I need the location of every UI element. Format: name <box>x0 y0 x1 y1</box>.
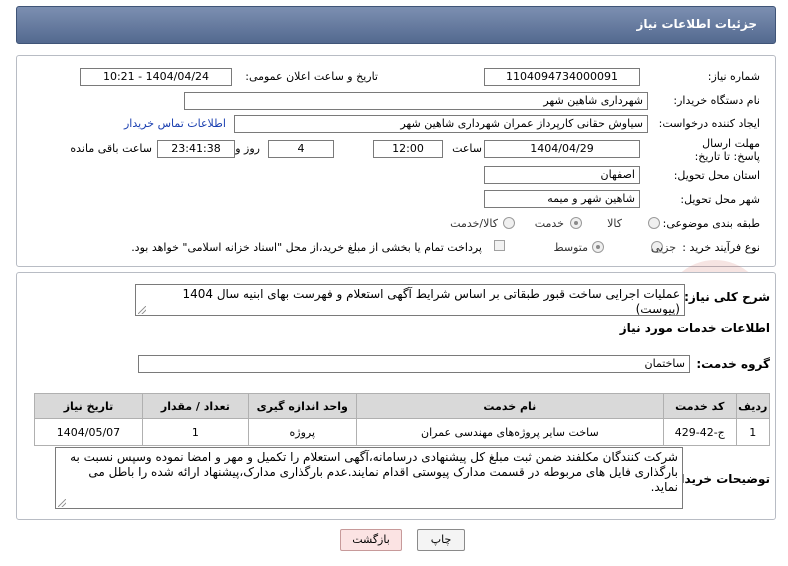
deadline-label: مهلت ارسال پاسخ: تا تاریخ: <box>694 137 760 163</box>
days-label: روز و <box>235 142 260 155</box>
services-table-header: ردیف کد خدمت نام خدمت واحد اندازه گیری ت… <box>34 393 771 419</box>
city-field: شاهین شهر و میمه <box>484 190 640 208</box>
category-radio-service[interactable] <box>570 217 582 229</box>
service-group-field: ساختمان <box>138 355 690 373</box>
back-button[interactable]: بازگشت <box>340 529 402 551</box>
category-radio-goods-service[interactable] <box>503 217 515 229</box>
deadline-time-field: 12:00 <box>373 140 443 158</box>
services-section-title: اطلاعات خدمات مورد نیاز <box>619 321 770 335</box>
resize-grip-icon[interactable] <box>138 306 146 314</box>
cell-need-date: 1404/05/07 <box>34 418 143 446</box>
buyer-label: نام دستگاه خریدار: <box>673 94 760 107</box>
cell-unit: پروژه <box>247 418 357 446</box>
days-field: 4 <box>268 140 334 158</box>
remaining-time-field: 23:41:38 <box>157 140 235 158</box>
col-service-code: کد خدمت <box>662 393 737 419</box>
service-group-label: گروه خدمت: <box>696 357 770 371</box>
summary-label: شرح کلی نیاز: <box>684 290 770 304</box>
purchase-type-label: نوع فرآیند خرید : <box>682 241 760 254</box>
summary-text: عملیات اجرایی ساخت قبور طبقاتی بر اساس ش… <box>182 287 680 316</box>
page-title: جزئیات اطلاعات نیاز <box>636 17 757 31</box>
col-unit: واحد اندازه گیری <box>247 393 357 419</box>
summary-textarea: عملیات اجرایی ساخت قبور طبقاتی بر اساس ش… <box>135 284 685 316</box>
cell-service-name: ساخت سایر پروژه‌های مهندسی عمران <box>355 418 664 446</box>
col-need-date: تاریخ نیاز <box>34 393 143 419</box>
category-option-goods-service: کالا/خدمت <box>450 217 498 230</box>
need-number-field: 1104094734000091 <box>484 68 640 86</box>
announce-field: 1404/04/24 - 10:21 <box>80 68 232 86</box>
buyer-notes-text: شرکت کنندگان مکلفند ضمن ثبت مبلغ کل پیشن… <box>70 450 678 494</box>
need-info-panel <box>16 55 776 267</box>
services-table: ردیف کد خدمت نام خدمت واحد اندازه گیری ت… <box>34 393 771 446</box>
province-field: اصفهان <box>484 166 640 184</box>
purchase-option-minor: جزیی <box>650 241 676 254</box>
city-label: شهر محل تحویل: <box>680 193 760 206</box>
buyer-field: شهرداری شاهین شهر <box>184 92 648 110</box>
time-label: ساعت <box>452 142 482 155</box>
creator-field: سیاوش حقانی کارپرداز عمران شهرداری شاهین… <box>234 115 648 133</box>
deadline-date-field: 1404/04/29 <box>484 140 640 158</box>
category-radio-goods[interactable] <box>648 217 660 229</box>
resize-grip-icon[interactable] <box>58 499 66 507</box>
need-number-label: شماره نیاز: <box>707 70 760 83</box>
category-option-service: خدمت <box>534 217 564 230</box>
purchase-radio-medium[interactable] <box>592 241 604 253</box>
cell-row: 1 <box>735 418 771 446</box>
col-row: ردیف <box>735 393 771 419</box>
page-header: جزئیات اطلاعات نیاز <box>16 6 776 44</box>
creator-label: ایجاد کننده درخواست: <box>658 117 760 130</box>
category-label: طبقه بندی موضوعی: <box>662 217 760 230</box>
cell-quantity: 1 <box>141 418 249 446</box>
treasury-payment-checkbox[interactable] <box>494 240 505 251</box>
print-button[interactable]: چاپ <box>417 529 465 551</box>
table-row: 1 ج-42-429 ساخت سایر پروژه‌های مهندسی عم… <box>34 418 771 446</box>
cell-service-code: ج-42-429 <box>662 418 737 446</box>
category-option-goods: کالا <box>607 217 622 230</box>
announce-label: تاریخ و ساعت اعلان عمومی: <box>245 70 378 83</box>
col-service-name: نام خدمت <box>355 393 664 419</box>
buyer-notes-textarea: شرکت کنندگان مکلفند ضمن ثبت مبلغ کل پیشن… <box>55 447 683 509</box>
buyer-notes-label: توضیحات خریدار: <box>668 472 770 486</box>
remaining-label: ساعت باقی مانده <box>70 142 152 155</box>
col-quantity: تعداد / مقدار <box>141 393 249 419</box>
treasury-payment-note: پرداخت تمام یا بخشی از مبلغ خرید،از محل … <box>131 241 482 254</box>
contact-info-link[interactable]: اطلاعات تماس خریدار <box>124 117 226 130</box>
province-label: استان محل تحویل: <box>673 169 760 182</box>
purchase-option-medium: متوسط <box>553 241 588 254</box>
